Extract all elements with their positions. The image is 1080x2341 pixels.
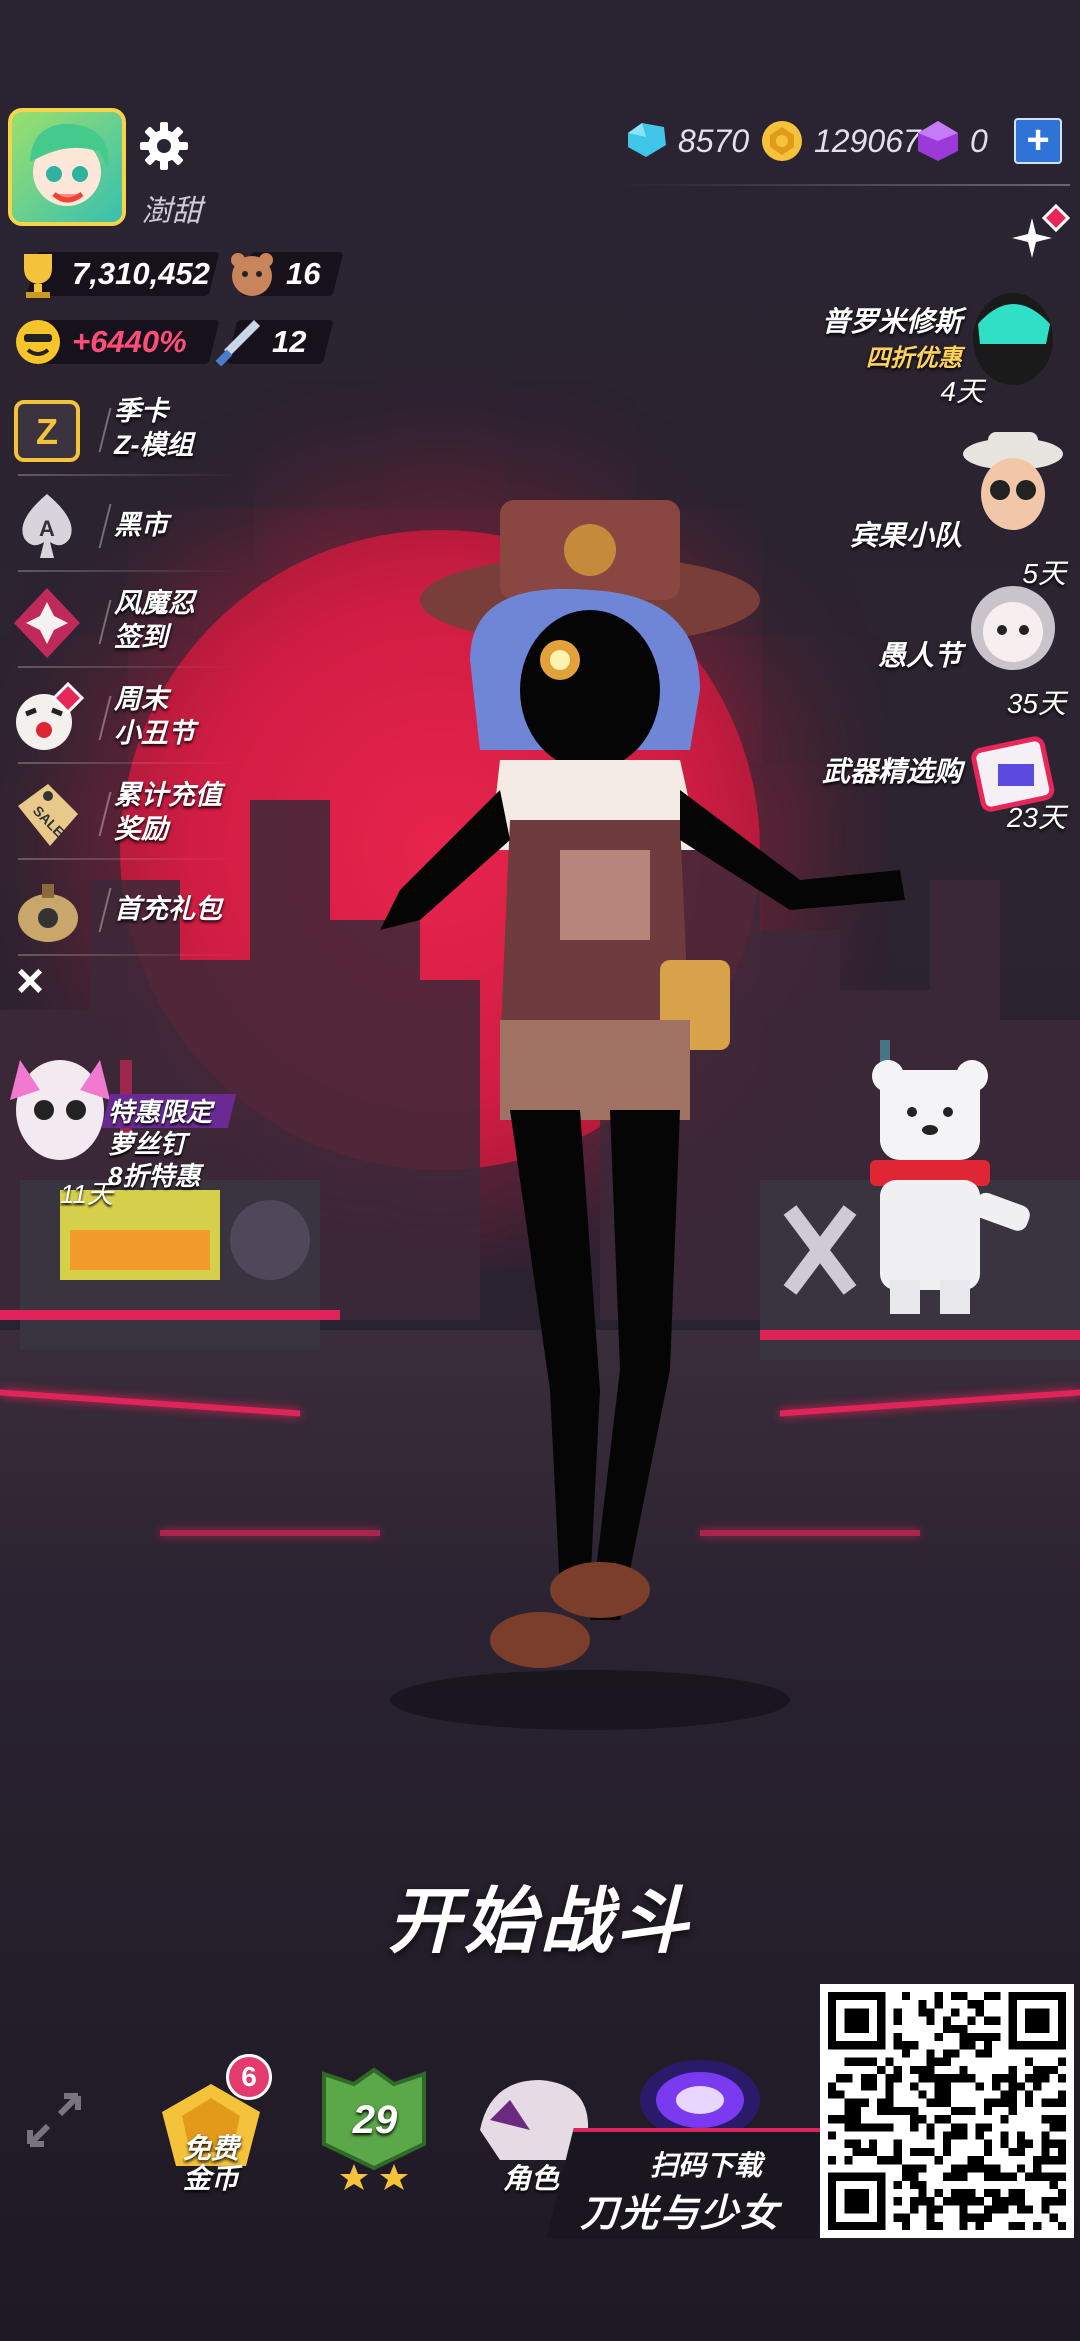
sparkle-icon[interactable] [1012, 204, 1072, 264]
qr-code-icon [828, 1992, 1066, 2230]
gift-bag-icon [18, 884, 78, 942]
add-currency-button[interactable]: + [1014, 118, 1062, 164]
event-label: 普罗米修斯 [821, 306, 962, 337]
gold-coin-icon [762, 121, 802, 161]
bear-pet-icon [231, 253, 273, 296]
crystal-currency[interactable]: 0 [914, 116, 988, 166]
side-menu-recharge-reward[interactable]: SALE 累计充值 奖励 [8, 770, 238, 860]
gem-icon [628, 123, 666, 157]
event-label: 愚人节 [877, 640, 962, 671]
coin-count: 129067 [814, 122, 921, 159]
trophy-icon [24, 254, 52, 298]
gem-count: 8570 [678, 122, 750, 159]
player-avatar[interactable] [8, 108, 126, 226]
weapon-count: 12 [272, 324, 307, 359]
event-weapon-shop[interactable]: 武器精选购 23天 [720, 720, 1080, 840]
event-label: 宾果小队 [849, 520, 962, 551]
season-card-icon: Z [14, 400, 80, 462]
promo-label: 特惠限定 萝丝钉 8折特惠 [108, 1097, 213, 1191]
event-days: 35天 [1006, 688, 1066, 719]
bingo-squad-icon [963, 432, 1063, 530]
smiley-bonus-icon [16, 320, 60, 364]
pet-stat[interactable]: 16 [224, 246, 344, 302]
spade-ace-icon: A [22, 494, 72, 558]
close-menu-button[interactable]: × [16, 958, 56, 1006]
event-days: 4天 [940, 376, 984, 407]
player-level: 29 [352, 2098, 398, 2142]
free-coins-label: 免费 金币 [182, 2133, 239, 2194]
crystal-count: 0 [970, 122, 988, 159]
expand-arrows-icon[interactable] [24, 2090, 84, 2150]
clown-icon [16, 681, 85, 750]
event-sub-label: 四折优惠 [866, 345, 962, 372]
rose-nail-character-icon [10, 1060, 110, 1160]
bonus-stat[interactable]: +6440% [10, 314, 220, 370]
side-menu-first-recharge[interactable]: 首充礼包 [8, 866, 238, 956]
bonus-percent: +6440% [72, 324, 187, 359]
side-menu-clown-festival[interactable]: 周末 小丑节 [8, 674, 238, 764]
game-title: 刀光与少女 [580, 2193, 781, 2235]
promo-special-offer[interactable]: 特惠限定 萝丝钉 8折特惠 11天 [0, 1040, 240, 1209]
neon-strip-floor-a [160, 1530, 380, 1536]
download-qr-code[interactable] [820, 1984, 1074, 2238]
event-bingo-squad[interactable]: 宾果小队 5天 [720, 424, 1080, 589]
event-label: 武器精选购 [821, 756, 962, 787]
portal-icon[interactable] [630, 2050, 770, 2130]
side-menu-ninja-signin[interactable]: 风魔忍 签到 [8, 578, 238, 668]
gem-currency[interactable]: 8570 [622, 116, 749, 166]
weapon-stat[interactable]: 12 [210, 314, 334, 370]
player-name: 澍甜 [142, 195, 202, 228]
sale-tag-icon: SALE [18, 784, 78, 846]
side-menu-season-card[interactable]: Z 季卡 Z-模组 [8, 386, 238, 476]
download-banner[interactable]: 扫码下载 刀光与少女 [546, 2128, 844, 2238]
free-coins-badge: 6 [226, 2054, 272, 2100]
free-coins-button[interactable]: 免费 金币 6 [146, 2054, 276, 2200]
side-menu-label: 风魔忍 签到 [114, 588, 195, 652]
settings-gear-icon[interactable] [138, 120, 190, 172]
april-fools-icon [971, 586, 1055, 670]
svg-text:A: A [39, 516, 55, 541]
pet-count: 16 [286, 256, 321, 291]
sword-icon [215, 320, 260, 367]
ninja-star-icon [14, 588, 80, 658]
event-april-fools[interactable]: 愚人节 35天 [720, 570, 1080, 719]
side-menu-label: 季卡 Z-模组 [114, 396, 194, 460]
event-prometheus[interactable]: 普罗米修斯 四折优惠 4天 [720, 284, 1080, 407]
event-days: 23天 [1006, 802, 1066, 833]
side-menu-label: 累计充值 奖励 [114, 780, 222, 844]
trophy-count: 7,310,452 [72, 256, 210, 291]
avatar-portrait-icon [30, 123, 109, 206]
side-menu-black-market[interactable]: A 黑市 [8, 482, 238, 572]
start-battle-button[interactable]: 开始战斗 [0, 1862, 1080, 1967]
side-menu-label: 首充礼包 [114, 894, 222, 924]
level-button[interactable]: 29 [310, 2060, 440, 2200]
promo-days: 11天 [60, 1179, 113, 1209]
trophy-stat[interactable]: 7,310,452 [10, 246, 220, 302]
scan-download-label: 扫码下载 [650, 2150, 763, 2181]
side-menu-label: 周末 小丑节 [114, 684, 195, 748]
purple-crystal-icon [918, 121, 958, 161]
side-menu-label: 黑市 [114, 510, 168, 540]
coin-currency[interactable]: 129067 [758, 116, 921, 166]
svg-text:Z: Z [36, 411, 58, 452]
